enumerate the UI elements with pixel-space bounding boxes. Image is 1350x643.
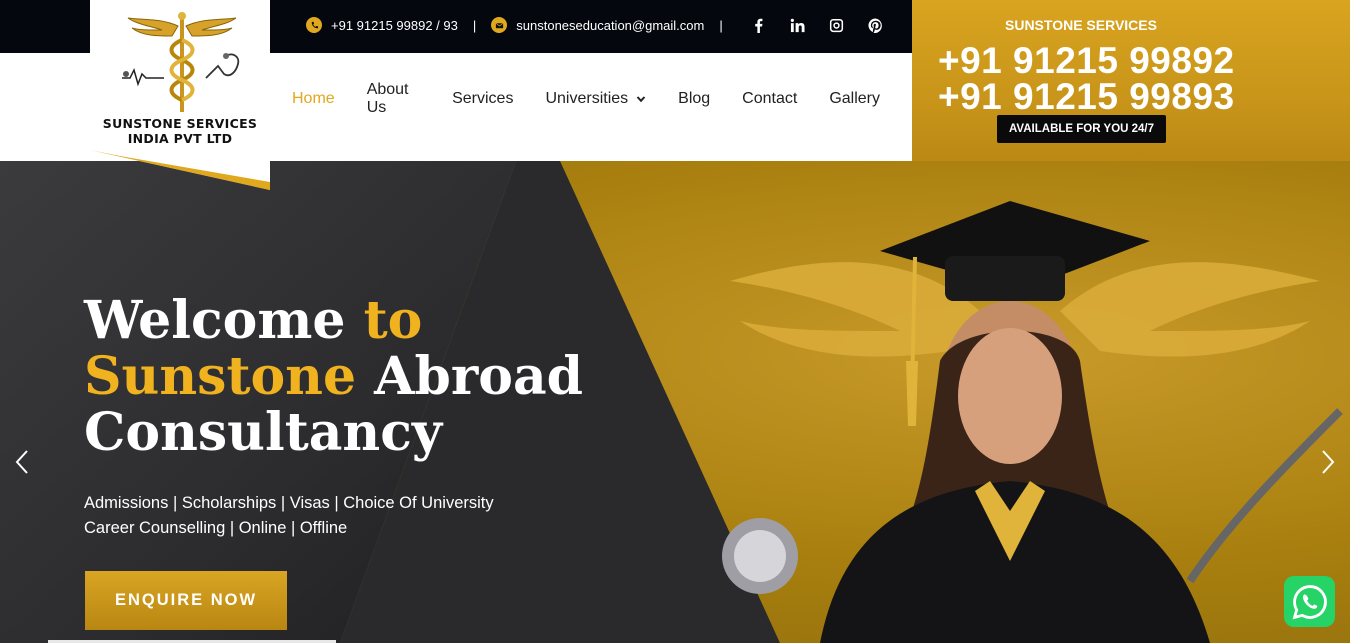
linkedin-icon[interactable] <box>789 16 807 34</box>
nav-gallery[interactable]: Gallery <box>829 81 880 117</box>
slider-prev-arrow-icon[interactable] <box>11 447 33 477</box>
availability-badge: AVAILABLE FOR YOU 24/7 <box>997 115 1166 143</box>
email-icon <box>491 17 508 33</box>
top-contact-info: +91 91215 99892 / 93 | sunstoneseducatio… <box>306 16 906 34</box>
main-nav: Home About Us Services Universities Blog… <box>292 81 912 117</box>
instagram-icon[interactable] <box>828 16 846 34</box>
nav-blog[interactable]: Blog <box>678 81 710 117</box>
hero-title-word: Abroad <box>374 346 583 407</box>
logo-text: SUNSTONE SERVICES INDIA PVT LTD <box>90 116 270 146</box>
contact-phone-2[interactable]: +91 91215 99893 <box>938 76 1235 118</box>
enquire-now-button[interactable]: ENQUIRE NOW <box>85 571 287 630</box>
hero-subtitle-line-2: Career Counselling | Online | Offline <box>84 519 348 537</box>
nav-universities-label: Universities <box>545 90 629 107</box>
hero-slider: Welcome to Sunstone Abroad Consultancy A… <box>0 161 1350 643</box>
hero-subtitle-line-1: Admissions | Scholarships | Visas | Choi… <box>84 494 494 512</box>
whatsapp-icon <box>1292 584 1327 619</box>
whatsapp-button[interactable] <box>1284 576 1335 627</box>
contact-panel: SUNSTONE SERVICES +91 91215 99892 +91 91… <box>912 0 1350 161</box>
contact-title: SUNSTONE SERVICES <box>1005 17 1157 33</box>
chevron-down-icon <box>636 96 646 103</box>
phone-icon <box>306 17 322 33</box>
nav-about-us[interactable]: About Us <box>367 81 420 117</box>
social-links <box>750 16 906 34</box>
hero-title: Welcome to Sunstone Abroad Consultancy <box>84 293 583 461</box>
hero-title-word-gold: to <box>363 290 423 351</box>
nav-universities[interactable]: Universities <box>545 81 646 117</box>
top-phone-text[interactable]: +91 91215 99892 / 93 <box>331 18 458 33</box>
nav-home[interactable]: Home <box>292 81 335 117</box>
site-logo[interactable]: SUNSTONE SERVICES INDIA PVT LTD <box>90 0 270 190</box>
logo-line-1: SUNSTONE SERVICES <box>102 116 258 131</box>
hero-subtitle: Admissions | Scholarships | Visas | Choi… <box>84 491 494 541</box>
facebook-icon[interactable] <box>750 16 768 34</box>
nav-services[interactable]: Services <box>452 81 513 117</box>
separator: | <box>472 17 477 33</box>
hero-title-word-gold: Sunstone <box>84 346 357 407</box>
caduceus-icon <box>122 12 240 112</box>
logo-line-2: INDIA PVT LTD <box>127 131 233 146</box>
slider-next-arrow-icon[interactable] <box>1317 447 1339 477</box>
top-email-text[interactable]: sunstoneseducation@gmail.com <box>516 18 704 33</box>
separator: | <box>719 17 723 33</box>
pinterest-icon[interactable] <box>867 16 885 34</box>
hero-title-word: Welcome <box>84 290 346 351</box>
nav-contact[interactable]: Contact <box>742 81 797 117</box>
hero-title-word: Consultancy <box>84 402 443 463</box>
